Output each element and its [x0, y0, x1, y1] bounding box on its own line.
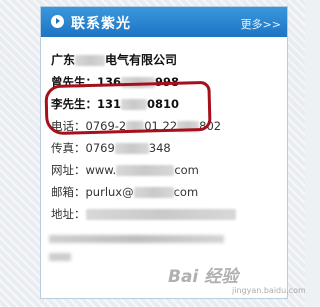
- redacted-address-line: [49, 235, 224, 243]
- company-suffix: 电气有限公司: [105, 53, 178, 67]
- address-label: 地址：: [51, 207, 86, 221]
- redacted-address-line: [49, 253, 71, 261]
- more-link[interactable]: 更多>>: [241, 16, 281, 32]
- redacted-text: [116, 165, 175, 176]
- redacted-text: [114, 143, 149, 154]
- fax-value-start: 0769: [85, 141, 115, 155]
- company-prefix: 广东: [51, 53, 76, 67]
- fax-label: 传真：: [51, 141, 86, 155]
- address-row: 地址：: [51, 203, 283, 225]
- fax-row: 传真：0769 348: [51, 137, 283, 159]
- redacted-text: [133, 187, 174, 198]
- watermark: Bai 经验: [168, 267, 239, 287]
- redacted-text: [85, 209, 236, 220]
- red-highlight-circle: [44, 80, 212, 136]
- company-name: 广东 电气有限公司: [51, 49, 283, 71]
- contact-panel: 联系紫光 更多>> 广东 电气有限公司 曾先生：136 998 李先生：131 081…: [40, 6, 288, 299]
- email-row: 邮箱：purlux@ com: [51, 181, 283, 203]
- website-label: 网址：: [51, 163, 86, 177]
- website-value-end[interactable]: com: [174, 163, 199, 177]
- email-label: 邮箱：: [51, 185, 86, 199]
- redacted-text: [75, 55, 106, 66]
- panel-body: 广东 电气有限公司 曾先生：136 998 李先生：131 0810 电话：0769-…: [51, 49, 283, 225]
- panel-header: 联系紫光 更多>>: [41, 7, 287, 37]
- fax-value-end: 348: [148, 141, 171, 155]
- website-row: 网址：www. com: [51, 159, 283, 181]
- website-value-start[interactable]: www.: [86, 163, 117, 177]
- panel-title: 联系紫光: [71, 16, 131, 32]
- email-value-end[interactable]: com: [174, 185, 199, 199]
- page: 联系紫光 更多>> 广东 电气有限公司 曾先生：136 998 李先生：131 081…: [0, 0, 305, 307]
- play-circle-icon: [51, 15, 64, 28]
- email-value-start[interactable]: purlux@: [86, 185, 134, 199]
- watermark-subtext: jingyan.baidu.com: [232, 286, 305, 295]
